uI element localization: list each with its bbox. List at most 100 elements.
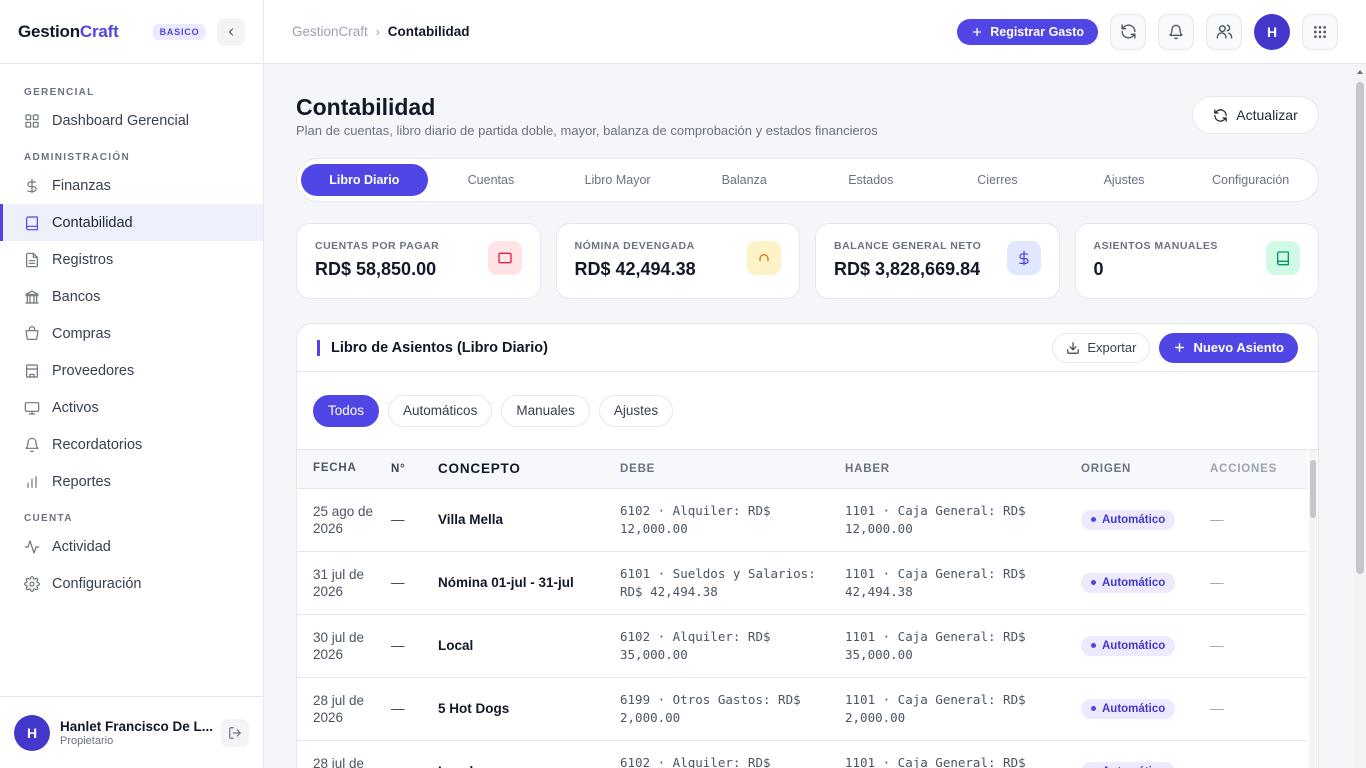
debit-text: 6102 · Alquiler: RD$ 35,000.00 xyxy=(620,628,771,662)
tab-configuracion[interactable]: Configuración xyxy=(1187,164,1314,196)
register-expense-button[interactable]: Registrar Gasto xyxy=(957,18,1098,45)
column-header-acciones[interactable]: ACCIONES xyxy=(1210,450,1307,489)
grid-icon xyxy=(24,113,40,129)
topbar: GestionCraft › Contabilidad Registrar Ga… xyxy=(264,0,1366,64)
tab-libro-diario[interactable]: Libro Diario xyxy=(301,164,428,196)
table-row[interactable]: 28 jul de 2026—Local6102 · Alquiler: RD$… xyxy=(297,740,1307,768)
cell-actions[interactable]: — xyxy=(1210,677,1307,741)
table-row[interactable]: 25 ago de 2026— Villa Mella 6102 · Alquile… xyxy=(297,488,1307,552)
team-button[interactable] xyxy=(1206,13,1242,50)
cell-date: 30 jul de 2026 xyxy=(297,614,391,678)
export-button[interactable]: Exportar xyxy=(1052,332,1151,363)
cell-actions[interactable]: — xyxy=(1210,551,1307,615)
tab-ajustes[interactable]: Ajustes xyxy=(1061,164,1188,196)
refresh-button[interactable]: Actualizar xyxy=(1192,96,1319,134)
cell-debit: 6101 · Sueldos y Salarios: RD$ 42,494.38 xyxy=(620,551,845,615)
column-header-origen[interactable]: ORIGEN xyxy=(1081,450,1210,489)
page-scrollbar-thumb[interactable] xyxy=(1356,82,1364,574)
sidebar-item-label: Proveedores xyxy=(52,362,135,379)
scroll-up-arrow[interactable] xyxy=(1357,70,1363,74)
sidebar-item-compras[interactable]: Compras xyxy=(0,315,263,352)
brand-logo[interactable]: GestionCraft xyxy=(18,22,119,42)
kpi-card-nomina-devengada: NÓMINA DEVENGADA RD$ 42,494.38 xyxy=(555,223,800,299)
table-header-row: FECHA N° CONCEPTO DEBE HABER ORIGEN ACCIONES xyxy=(297,450,1307,489)
breadcrumb-root[interactable]: GestionCraft xyxy=(292,24,368,39)
users-icon xyxy=(1216,24,1232,39)
sync-button[interactable] xyxy=(1110,13,1146,50)
sidebar-item-proveedores[interactable]: Proveedores xyxy=(0,352,263,389)
tab-estados[interactable]: Estados xyxy=(808,164,935,196)
table-scrollbar[interactable] xyxy=(1309,450,1317,768)
sidebar-item-label: Dashboard Gerencial xyxy=(52,112,190,129)
sidebar-item-dashboard-gerencial[interactable]: Dashboard Gerencial xyxy=(0,102,263,139)
document-icon xyxy=(24,252,40,268)
column-header-haber[interactable]: HABER xyxy=(845,450,1081,489)
card-icon xyxy=(497,252,512,264)
sidebar-item-bancos[interactable]: Bancos xyxy=(0,278,263,315)
logout-button[interactable] xyxy=(221,718,249,747)
table-row[interactable]: 28 jul de 2026—5 Hot Dogs 6199 · Otros Ga… xyxy=(297,677,1307,741)
cell-number: — xyxy=(391,740,438,768)
bell-icon xyxy=(25,437,39,452)
sidebar-item-label: Reportes xyxy=(52,473,111,490)
column-header-n[interactable]: N° xyxy=(391,450,438,489)
cell-number: — xyxy=(391,551,438,615)
column-header-concepto[interactable]: CONCEPTO xyxy=(438,450,620,489)
origin-badge: Automático xyxy=(1081,509,1176,530)
column-header-debe[interactable]: DEBE xyxy=(620,450,845,489)
new-entry-button[interactable]: Nuevo Asiento xyxy=(1159,332,1298,363)
column-header-fecha[interactable]: FECHA xyxy=(297,450,391,489)
journal-table-wrap: FECHA N° CONCEPTO DEBE HABER ORIGEN ACCIONES 2… xyxy=(297,450,1318,768)
download-icon xyxy=(1067,341,1080,354)
sidebar-item-activos[interactable]: Activos xyxy=(0,389,263,426)
bar-chart-icon xyxy=(24,474,40,490)
journal-table: FECHA N° CONCEPTO DEBE HABER ORIGEN ACCIONES 2… xyxy=(297,450,1307,768)
sidebar-item-label: Compras xyxy=(52,325,111,342)
origin-label: Automático xyxy=(1102,513,1166,526)
table-row[interactable]: 30 jul de 2026 — Local 6102 · Alquiler: RD$… xyxy=(297,614,1307,678)
origin-badge: Automático xyxy=(1081,572,1176,593)
credit-text: 1101 · Caja General: RD$ 35,000.00 xyxy=(845,628,1026,662)
sidebar-item-configuracion[interactable]: Configuración xyxy=(0,565,263,602)
collapse-sidebar-button[interactable] xyxy=(217,17,245,46)
cell-actions[interactable]: — xyxy=(1210,488,1307,552)
journal-actions: Exportar Nuevo Asiento xyxy=(1052,332,1298,363)
monitor-icon xyxy=(24,400,40,416)
user-avatar[interactable]: H xyxy=(14,714,50,751)
dollar-icon xyxy=(24,178,40,194)
table-scrollbar-thumb[interactable] xyxy=(1310,460,1316,518)
sidebar-item-label: Activos xyxy=(52,399,99,416)
tab-balanza[interactable]: Balanza xyxy=(681,164,808,196)
filter-todos[interactable]: Todos xyxy=(313,394,380,427)
filter-automaticos[interactable]: Automáticos xyxy=(388,394,493,427)
tab-cuentas[interactable]: Cuentas xyxy=(428,164,555,196)
filter-ajustes[interactable]: Ajustes xyxy=(598,394,674,427)
brand-first: Gestion xyxy=(18,21,80,41)
sidebar-item-registros[interactable]: Registros xyxy=(0,241,263,278)
sidebar-item-finanzas[interactable]: Finanzas xyxy=(0,167,263,204)
sidebar-item-contabilidad[interactable]: Contabilidad xyxy=(0,204,263,241)
apps-button[interactable] xyxy=(1302,13,1338,50)
cell-credit: 1101 · Caja General: RD$ 12,000.00 xyxy=(845,488,1081,552)
page-scrollbar[interactable] xyxy=(1354,64,1366,768)
tab-cierres[interactable]: Cierres xyxy=(934,164,1061,196)
new-entry-label: Nuevo Asiento xyxy=(1193,340,1284,355)
cell-concept: Local xyxy=(438,614,620,678)
tab-libro-mayor[interactable]: Libro Mayor xyxy=(554,164,681,196)
cell-concept: 5 Hot Dogs xyxy=(438,677,620,741)
sidebar-item-recordatorios[interactable]: Recordatorios xyxy=(0,426,263,463)
refresh-label: Actualizar xyxy=(1236,107,1298,123)
basket-icon xyxy=(25,325,39,340)
sidebar-item-label: Configuración xyxy=(52,575,142,592)
cell-actions[interactable]: — xyxy=(1210,614,1307,678)
table-row[interactable]: 31 jul de 2026— Nómina 01-jul - 31-jul 610… xyxy=(297,551,1307,615)
sidebar-item-actividad[interactable]: Actividad xyxy=(0,528,263,565)
status-dot xyxy=(1091,643,1096,648)
bank-icon xyxy=(24,289,40,305)
sidebar-item-reportes[interactable]: Reportes xyxy=(0,463,263,500)
cell-actions[interactable]: — xyxy=(1210,740,1307,768)
notifications-button[interactable] xyxy=(1158,13,1194,50)
top-user-avatar[interactable]: H xyxy=(1254,13,1290,50)
filter-manuales[interactable]: Manuales xyxy=(501,394,590,427)
cell-debit: 6102 · Alquiler: RD$ 35,000.00 xyxy=(620,740,845,768)
